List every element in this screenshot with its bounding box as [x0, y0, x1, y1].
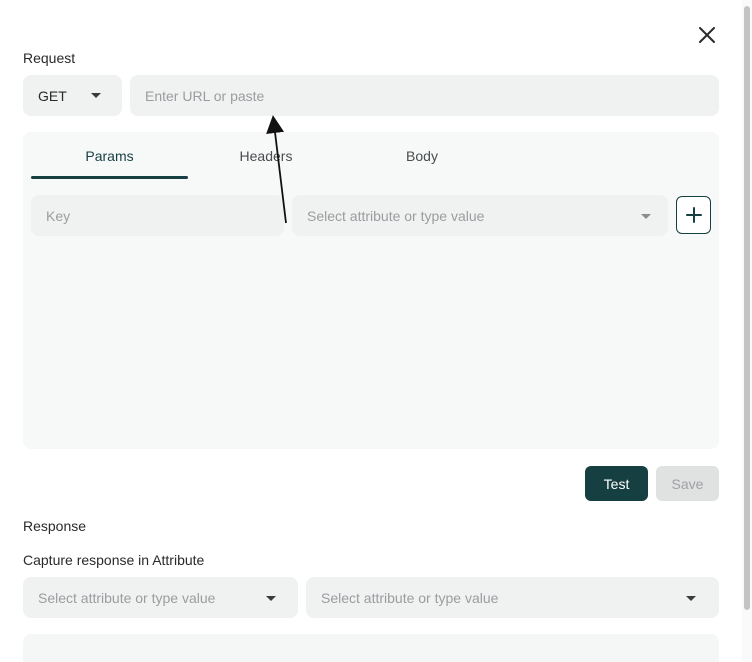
url-input[interactable]: Enter URL or paste [130, 75, 719, 116]
capture-value-placeholder: Select attribute or type value [321, 589, 499, 606]
save-button[interactable]: Save [656, 466, 719, 501]
response-body-box [23, 634, 719, 662]
param-key-placeholder: Key [46, 207, 71, 224]
request-config-panel: Params Headers Body [23, 132, 719, 449]
chevron-down-icon [91, 93, 101, 98]
add-param-button[interactable] [676, 196, 711, 234]
capture-attribute-placeholder: Select attribute or type value [38, 589, 216, 606]
param-value-select[interactable]: Select attribute or type value [292, 195, 668, 236]
close-icon [699, 27, 715, 43]
request-section-label: Request [23, 50, 76, 66]
active-tab-indicator [31, 176, 188, 179]
test-button[interactable]: Test [585, 466, 648, 501]
api-request-modal: Request GET Enter URL or paste Params He… [0, 0, 752, 662]
scrollbar-thumb[interactable] [744, 6, 750, 610]
method-select[interactable]: GET [23, 75, 122, 116]
capture-value-select[interactable]: Select attribute or type value [306, 577, 719, 618]
tab-params[interactable]: Params [31, 148, 188, 164]
param-value-placeholder: Select attribute or type value [307, 207, 485, 224]
capture-response-label: Capture response in Attribute [23, 552, 205, 568]
url-input-placeholder: Enter URL or paste [145, 87, 265, 104]
chevron-down-icon [686, 596, 696, 601]
tab-headers[interactable]: Headers [209, 148, 323, 164]
plus-icon [686, 207, 702, 223]
chevron-down-icon [266, 596, 276, 601]
method-select-value: GET [38, 87, 67, 104]
response-section-label: Response [23, 518, 87, 534]
chevron-down-icon [641, 214, 651, 219]
close-button[interactable] [694, 22, 720, 48]
capture-attribute-select[interactable]: Select attribute or type value [23, 577, 298, 618]
scrollbar[interactable] [742, 0, 752, 662]
tab-body[interactable]: Body [365, 148, 479, 164]
param-key-input[interactable]: Key [31, 195, 284, 236]
